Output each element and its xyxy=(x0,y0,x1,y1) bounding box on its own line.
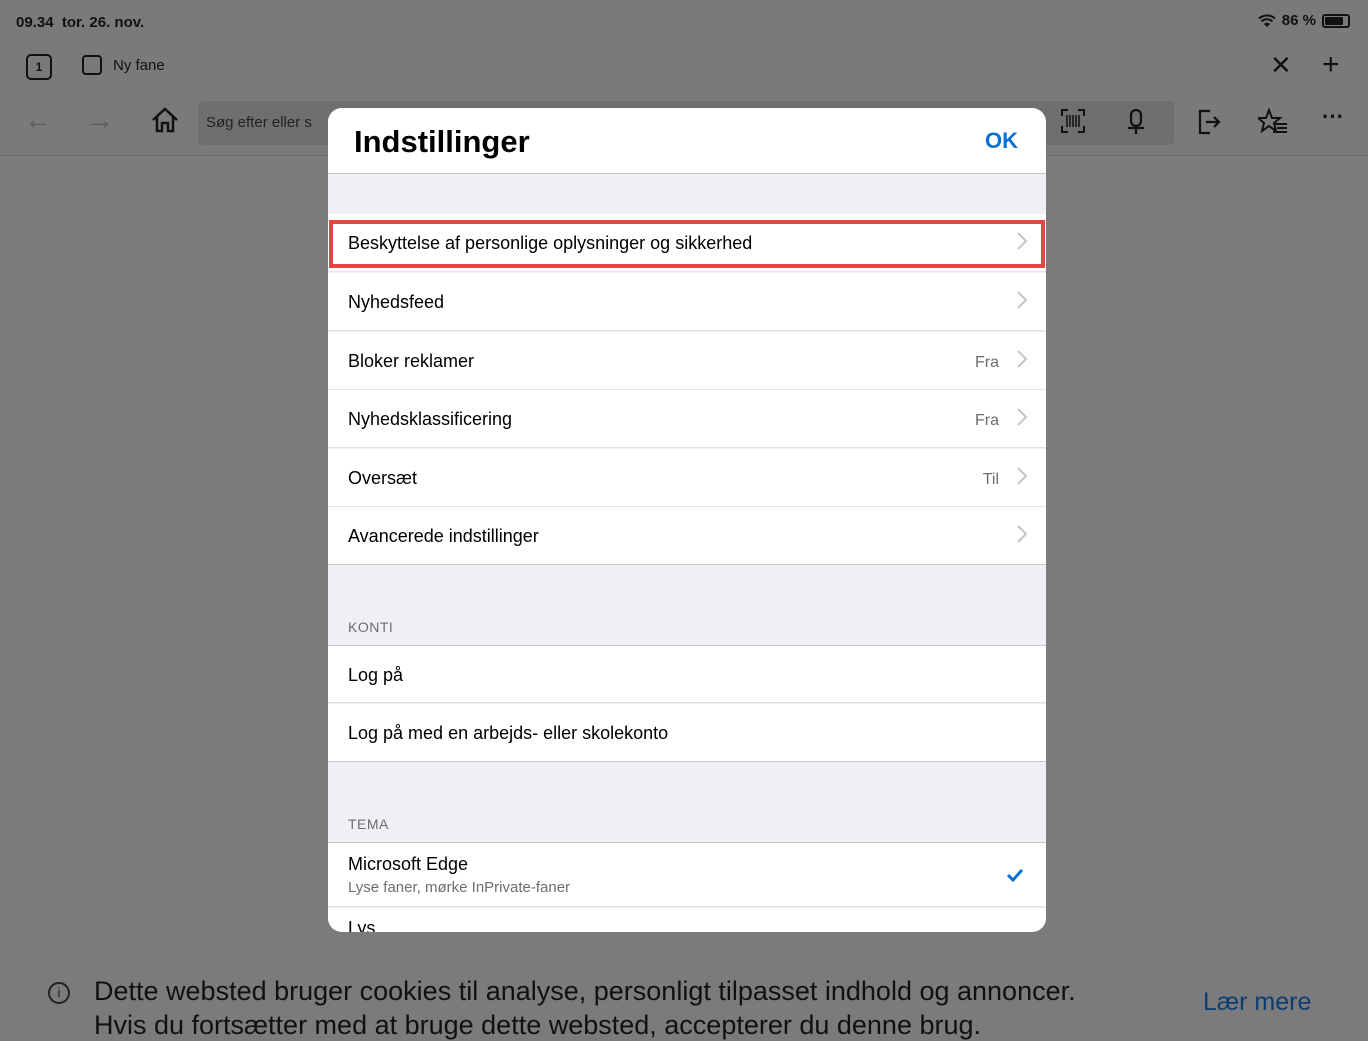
theme-option-edge[interactable]: Microsoft Edge Lyse faner, mørke InPriva… xyxy=(328,842,1046,907)
battery-percent: 86 % xyxy=(1281,12,1316,29)
settings-item-value: Til xyxy=(982,471,999,488)
settings-item-sign-in[interactable]: Log på xyxy=(328,645,1046,703)
home-icon[interactable] xyxy=(150,106,180,134)
settings-item-translate[interactable]: Oversæt Til xyxy=(328,449,1046,507)
tab-bar: 1 Ny fane ✕ + xyxy=(0,44,1368,90)
status-bar: 09.34 tor. 26. nov. 86 % xyxy=(0,0,1368,44)
status-time: 09.34 xyxy=(16,14,54,31)
share-exit-icon[interactable] xyxy=(1196,108,1222,136)
cookie-text-line1: Dette websted bruger cookies til analyse… xyxy=(94,976,1076,1006)
settings-item-label: Log på xyxy=(348,665,404,685)
settings-item-label: Oversæt xyxy=(348,468,418,488)
settings-item-news-rating[interactable]: Nyhedsklassificering Fra xyxy=(328,390,1046,448)
checkmark-icon xyxy=(1006,868,1024,882)
favorites-star-icon[interactable] xyxy=(1258,108,1288,136)
settings-item-label: Log på med en arbejds- eller skolekonto xyxy=(348,723,669,743)
highlight-box xyxy=(329,220,1045,268)
settings-item-label: Nyhedsklassificering xyxy=(348,409,513,429)
chevron-right-icon xyxy=(1017,291,1028,309)
tab-count-button[interactable]: 1 xyxy=(26,54,52,80)
back-icon[interactable]: ← xyxy=(24,104,52,136)
status-date: tor. 26. nov. xyxy=(61,14,145,31)
tab-title[interactable]: Ny fane xyxy=(113,57,165,74)
address-placeholder: Søg efter eller s xyxy=(206,114,312,131)
settings-item-work-sign-in[interactable]: Log på med en arbejds- eller skolekonto xyxy=(328,704,1046,762)
theme-option-description: Lyse faner, mørke InPrivate-faner xyxy=(348,879,571,896)
settings-modal: Indstillinger OK Beskyttelse af personli… xyxy=(328,108,1046,932)
chevron-right-icon xyxy=(1017,408,1028,426)
settings-item-advanced[interactable]: Avancerede indstillinger xyxy=(328,507,1046,565)
close-tab-icon[interactable]: ✕ xyxy=(1270,50,1292,81)
ok-button[interactable]: OK xyxy=(985,128,1018,154)
theme-section-header: TEMA xyxy=(348,816,389,832)
new-tab-icon[interactable]: + xyxy=(1322,48,1340,82)
settings-item-label: Avancerede indstillinger xyxy=(348,526,539,546)
learn-more-link[interactable]: Lær mere xyxy=(1203,988,1311,1017)
barcode-scan-icon[interactable] xyxy=(1060,108,1086,134)
forward-icon[interactable]: → xyxy=(86,104,114,136)
settings-item-newsfeed[interactable]: Nyhedsfeed xyxy=(328,273,1046,331)
settings-header: Indstillinger OK xyxy=(328,108,1046,174)
theme-option-light[interactable]: Lys xyxy=(328,908,1046,932)
chevron-right-icon xyxy=(1017,467,1028,485)
theme-option-label: Lys xyxy=(348,918,376,932)
settings-title: Indstillinger xyxy=(354,124,530,159)
theme-option-label: Microsoft Edge xyxy=(348,854,469,874)
tab-favicon-icon xyxy=(82,55,102,75)
cookie-banner: i Dette websted bruger cookies til analy… xyxy=(0,962,1368,1040)
microphone-icon[interactable] xyxy=(1124,108,1148,136)
settings-item-value: Fra xyxy=(975,412,999,429)
more-options-icon[interactable]: ··· xyxy=(1322,104,1344,130)
accounts-section-header: KONTI xyxy=(348,619,394,635)
wifi-icon xyxy=(1258,14,1276,27)
info-icon: i xyxy=(48,982,70,1004)
settings-item-label: Nyhedsfeed xyxy=(348,292,445,312)
chevron-right-icon xyxy=(1017,350,1028,368)
battery-icon xyxy=(1322,13,1350,28)
settings-item-block-ads[interactable]: Bloker reklamer Fra xyxy=(328,332,1046,390)
settings-item-value: Fra xyxy=(975,354,999,371)
settings-item-label: Bloker reklamer xyxy=(348,351,475,371)
chevron-right-icon xyxy=(1017,525,1028,543)
